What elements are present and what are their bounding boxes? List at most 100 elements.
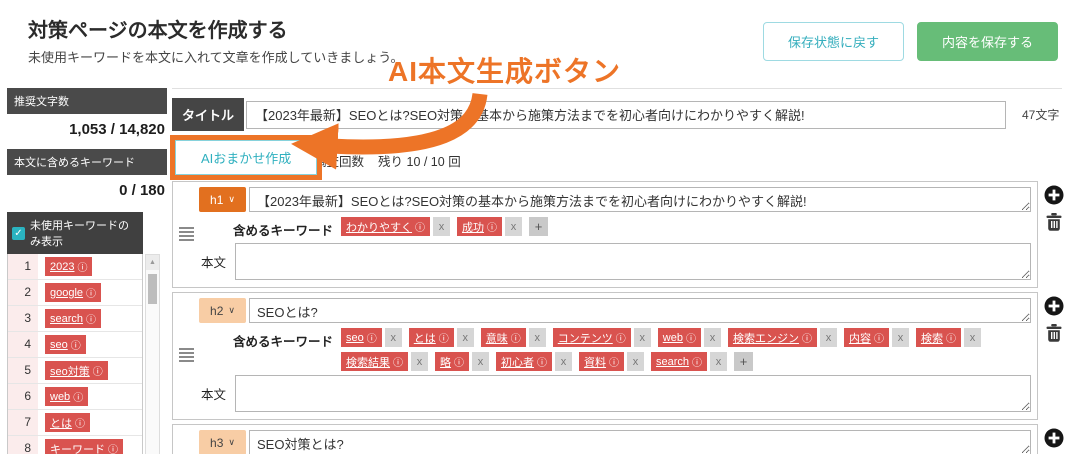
keyword-list-item: 3 search ⓘ: [8, 306, 142, 332]
keyword-tag[interactable]: 検索エンジン ⓘ: [727, 328, 817, 347]
keyword-tag[interactable]: search ⓘ: [45, 309, 102, 329]
keyword-tag[interactable]: google ⓘ: [45, 283, 102, 303]
add-section-icon[interactable]: [1044, 296, 1064, 316]
heading-level-select[interactable]: h1 ∨: [199, 187, 246, 212]
keyword-tag[interactable]: web ⓘ: [45, 387, 89, 407]
revert-saved-state-button[interactable]: 保存状態に戻す: [762, 22, 904, 61]
delete-section-icon[interactable]: [1046, 213, 1062, 231]
heading-text-input[interactable]: [249, 430, 1031, 454]
info-icon: ⓘ: [415, 223, 426, 234]
keyword-list-item: 7 とは ⓘ: [8, 410, 142, 436]
keyword-tag[interactable]: 成功 ⓘ: [457, 217, 503, 236]
remove-keyword-button[interactable]: x: [703, 328, 721, 347]
page-subtitle: 未使用キーワードを本文に入れて文章を作成していきましょう。: [28, 50, 404, 65]
remove-keyword-button[interactable]: x: [456, 328, 474, 347]
keyword-tag[interactable]: 2023 ⓘ: [45, 257, 93, 277]
info-icon: ⓘ: [685, 334, 696, 345]
info-icon: ⓘ: [873, 334, 884, 345]
info-icon: ⓘ: [609, 358, 620, 369]
keyword-tag[interactable]: わかりやすく ⓘ: [341, 217, 431, 236]
heading-level-select[interactable]: h2 ∨: [199, 298, 246, 323]
keyword-tag[interactable]: 検索結果 ⓘ: [341, 352, 409, 371]
remove-keyword-button[interactable]: x: [384, 328, 402, 347]
unused-keywords-filter[interactable]: ✓ 未使用キーワードのみ表示: [7, 212, 143, 254]
keyword-tag[interactable]: seo ⓘ: [341, 328, 382, 347]
research-quota-remaining: 残り 10 / 10 回: [378, 155, 461, 169]
remove-keyword-button[interactable]: x: [433, 217, 451, 236]
remove-keyword-button[interactable]: x: [505, 217, 523, 236]
keyword-tags: seo ⓘ x とは ⓘ x 意味 ⓘ x コンテンツ ⓘ x web ⓘ x 検索エンジ…: [341, 328, 1031, 371]
scrollbar-thumb[interactable]: [148, 274, 157, 304]
keyword-tag[interactable]: seo対策 ⓘ: [45, 361, 108, 380]
keyword-tag[interactable]: search ⓘ: [651, 352, 708, 371]
remove-keyword-button[interactable]: x: [633, 328, 651, 347]
body-textarea[interactable]: [235, 243, 1031, 280]
remove-keyword-button[interactable]: x: [627, 352, 645, 371]
keyword-tags: わかりやすく ⓘ x 成功 ⓘ x +: [341, 217, 549, 236]
info-icon: ⓘ: [393, 358, 404, 369]
keyword-list-wrap: 1 2023 ⓘ 2 google ⓘ 3 search ⓘ 4 seo ⓘ 5 seo…: [7, 254, 167, 454]
keyword-tag[interactable]: とは ⓘ: [45, 413, 90, 432]
sidebar: 推奨文字数 1,053 / 14,820 本文に含めるキーワード 0 / 180…: [7, 88, 167, 454]
info-icon: ⓘ: [86, 289, 97, 301]
remove-keyword-button[interactable]: x: [710, 352, 728, 371]
body-label: 本文: [201, 388, 227, 402]
keyword-index: 6: [8, 384, 38, 409]
info-icon: ⓘ: [77, 263, 88, 275]
add-keyword-button[interactable]: +: [529, 217, 549, 236]
keyword-tag[interactable]: 初心者 ⓘ: [496, 352, 553, 371]
add-keyword-button[interactable]: +: [734, 352, 754, 371]
keyword-tag[interactable]: キーワード ⓘ: [45, 439, 123, 454]
info-icon: ⓘ: [108, 445, 118, 454]
body-keywords-count-value: 0 / 180: [119, 182, 165, 199]
info-icon: ⓘ: [615, 334, 626, 345]
checkbox-checked-icon[interactable]: ✓: [12, 226, 25, 240]
delete-section-icon[interactable]: [1046, 324, 1062, 342]
chevron-down-icon: ∨: [228, 437, 235, 447]
heading-text-input[interactable]: [249, 187, 1031, 212]
title-char-count: 47文字: [1022, 108, 1060, 122]
add-section-icon[interactable]: [1044, 428, 1064, 448]
info-icon: ⓘ: [73, 393, 84, 405]
keyword-tag[interactable]: web ⓘ: [657, 328, 701, 347]
body-textarea[interactable]: [235, 375, 1031, 412]
keyword-tag[interactable]: 内容 ⓘ: [843, 328, 889, 347]
scrollbar-up-arrow-icon[interactable]: ▲: [146, 255, 159, 270]
add-section-icon[interactable]: [1044, 185, 1064, 205]
keyword-tag[interactable]: 検索 ⓘ: [915, 328, 961, 347]
info-icon: ⓘ: [92, 367, 103, 378]
keyword-list-item: 2 google ⓘ: [8, 280, 142, 306]
remove-keyword-button[interactable]: x: [528, 328, 546, 347]
remove-keyword-button[interactable]: x: [891, 328, 909, 347]
heading-section: h2∨ 含めるキーワード seoⓘ x とはⓘ x 意味ⓘ x コンテンツⓘ x…: [172, 292, 1064, 420]
keyword-tag[interactable]: 資料 ⓘ: [579, 352, 625, 371]
keyword-tag[interactable]: 意味 ⓘ: [480, 328, 526, 347]
drag-handle-icon[interactable]: [173, 298, 199, 412]
remove-keyword-button[interactable]: x: [555, 352, 573, 371]
save-content-button[interactable]: 内容を保存する: [916, 22, 1058, 61]
keyword-tag[interactable]: 略 ⓘ: [435, 352, 470, 371]
remove-keyword-button[interactable]: x: [963, 328, 981, 347]
info-icon: ⓘ: [510, 334, 521, 345]
heading-level-select[interactable]: h3 ∨: [199, 430, 246, 454]
keyword-tag[interactable]: コンテンツ ⓘ: [552, 328, 631, 347]
annotation-highlight-box: AIおまかせ作成: [170, 135, 323, 180]
title-input[interactable]: [246, 100, 1006, 129]
keyword-tag[interactable]: seo ⓘ: [45, 335, 86, 355]
info-icon: ⓘ: [366, 334, 377, 345]
remove-keyword-button[interactable]: x: [411, 352, 429, 371]
keyword-list-item: 8 キーワード ⓘ: [8, 436, 142, 454]
heading-text-input[interactable]: [249, 298, 1031, 323]
keyword-index: 1: [8, 254, 38, 279]
keyword-list-item: 1 2023 ⓘ: [8, 254, 142, 280]
remove-keyword-button[interactable]: x: [819, 328, 837, 347]
ai-auto-create-button[interactable]: AIおまかせ作成: [175, 140, 318, 175]
keyword-tag[interactable]: とは ⓘ: [408, 328, 454, 347]
remove-keyword-button[interactable]: x: [472, 352, 490, 371]
keyword-list-scrollbar[interactable]: ▲: [145, 254, 160, 454]
keyword-index: 4: [8, 332, 38, 357]
keyword-index: 7: [8, 410, 38, 435]
drag-handle-icon[interactable]: [173, 430, 199, 454]
drag-handle-icon[interactable]: [173, 187, 199, 280]
info-icon: ⓘ: [692, 358, 703, 369]
